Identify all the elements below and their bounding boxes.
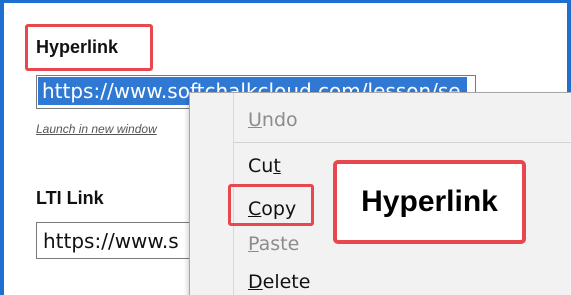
menu-item-paste-label: aste bbox=[258, 233, 300, 255]
context-menu-separator bbox=[234, 142, 571, 143]
menu-item-paste[interactable]: Paste bbox=[248, 233, 299, 255]
menu-item-delete[interactable]: Delete bbox=[248, 271, 310, 293]
hyperlink-annotation-text: Hyperlink bbox=[361, 185, 498, 218]
copy-callout bbox=[228, 184, 314, 226]
menu-item-cut-accelerator: t bbox=[273, 155, 281, 177]
lti-link-value: https://www.s bbox=[43, 229, 179, 253]
menu-item-undo-label: ndo bbox=[261, 109, 298, 131]
menu-item-cut[interactable]: Cut bbox=[248, 155, 281, 177]
menu-item-delete-accelerator: D bbox=[248, 271, 263, 293]
menu-item-undo[interactable]: Undo bbox=[248, 109, 298, 131]
menu-item-delete-label: elete bbox=[262, 271, 311, 293]
launch-in-new-window-link[interactable]: Launch in new window bbox=[36, 122, 157, 136]
hyperlink-annotation-callout: Hyperlink bbox=[333, 160, 526, 244]
menu-item-undo-accelerator: U bbox=[248, 109, 262, 131]
lti-link-label: LTI Link bbox=[36, 188, 104, 208]
menu-item-paste-accelerator: P bbox=[248, 233, 259, 255]
menu-item-cut-label: Cu bbox=[248, 155, 274, 177]
hyperlink-label: Hyperlink bbox=[36, 37, 119, 57]
